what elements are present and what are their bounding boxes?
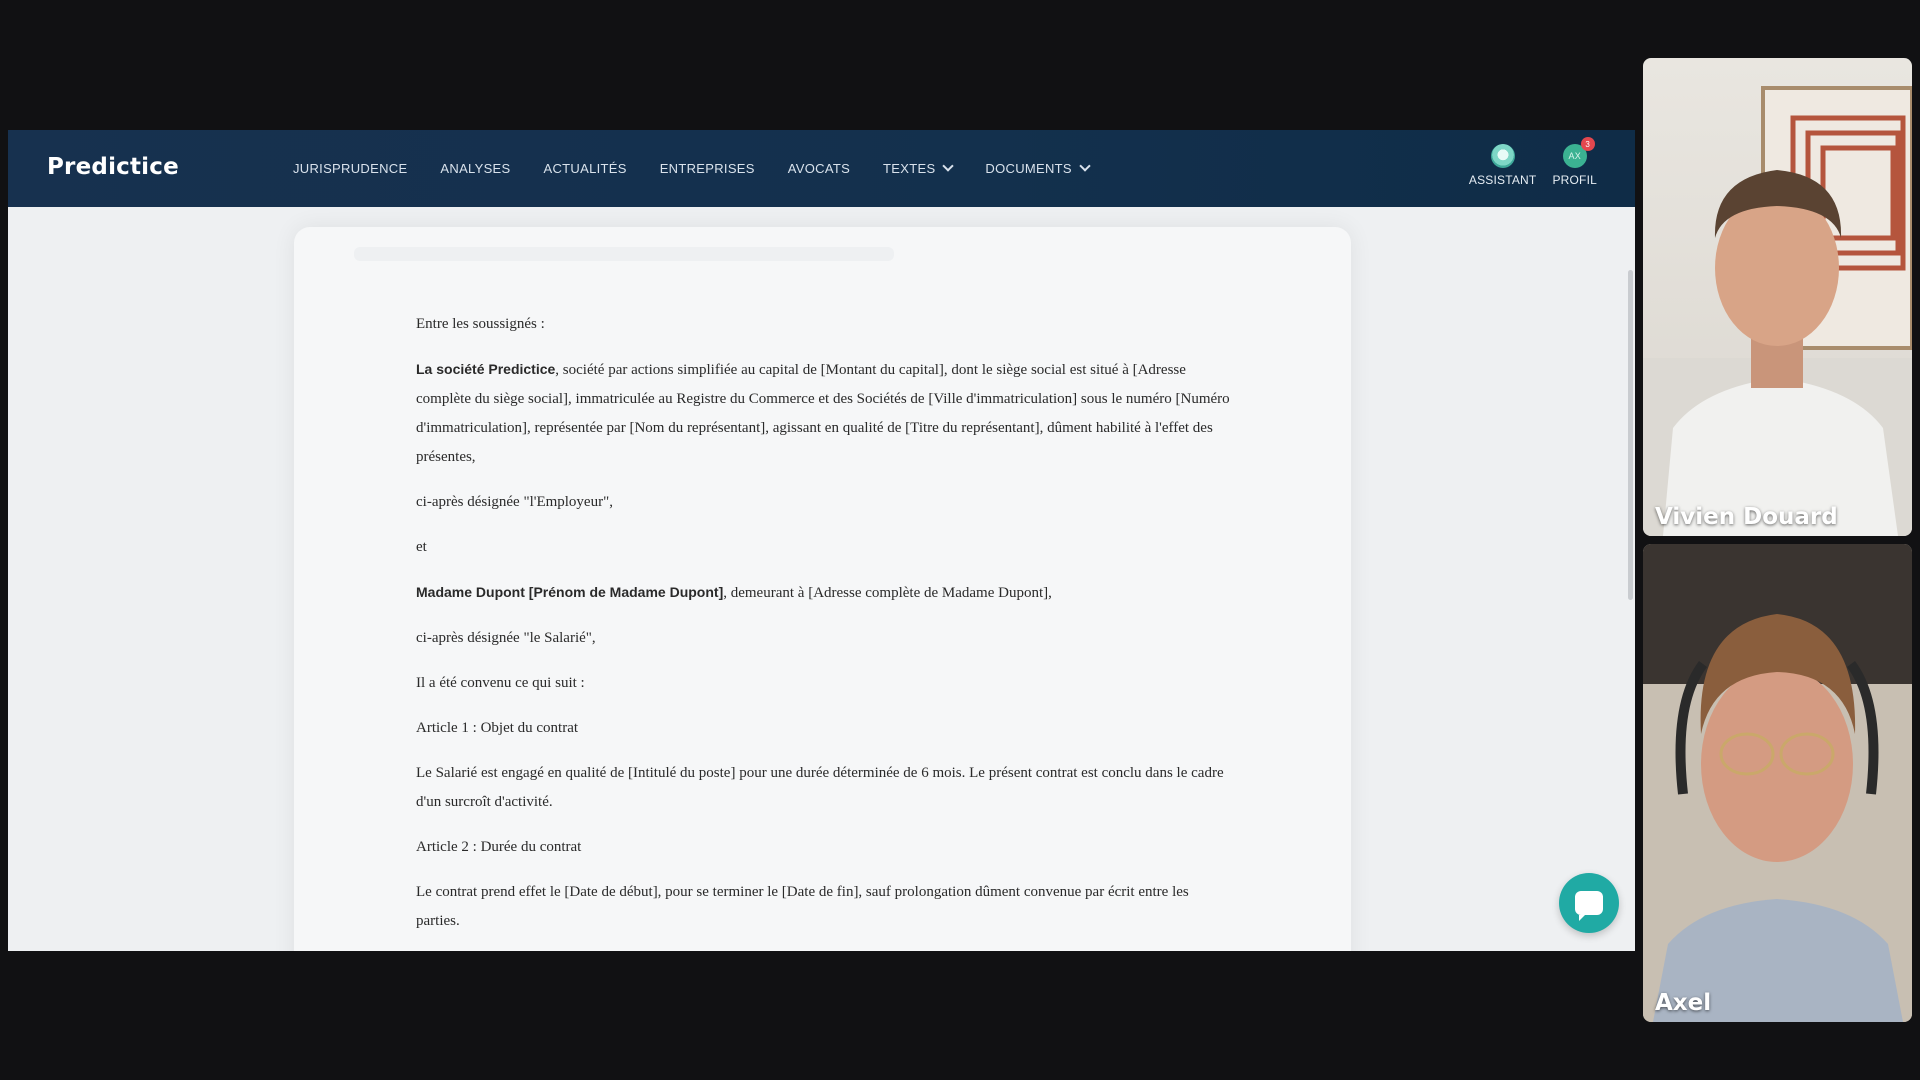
nav-jurisprudence[interactable]: JURISPRUDENCE: [293, 161, 407, 176]
nav-label: AVOCATS: [787, 161, 851, 176]
nav-analyses[interactable]: ANALYSES: [440, 161, 510, 176]
doc-paragraph: ci-après désignée "le Salarié",: [416, 630, 596, 646]
participant-video: [1643, 544, 1912, 1022]
chevron-down-icon: [942, 160, 955, 172]
notification-badge: 3: [1580, 137, 1595, 151]
doc-paragraph: Le contrat prend effet le [Date de début…: [416, 884, 1189, 929]
chevron-down-icon: [1079, 160, 1091, 172]
page-scrollbar[interactable]: [1628, 270, 1633, 600]
article-heading: Article 2 : Durée du contrat: [416, 839, 582, 855]
main-nav: JURISPRUDENCE ANALYSES ACTUALITÉS ENTREP…: [293, 130, 1122, 207]
doc-paragraph: ci-après désignée "l'Employeur",: [416, 494, 613, 510]
video-tile-participant-2[interactable]: Axel: [1643, 544, 1912, 1022]
profile-label: PROFIL: [1552, 173, 1597, 187]
nav-actions: ASSISTANT AX 3 PROFIL: [1469, 137, 1597, 187]
shared-screen: Predictice JURISPRUDENCE ANALYSES ACTUAL…: [8, 130, 1635, 951]
doc-paragraph: Le Salarié est engagé en qualité de [Int…: [416, 765, 1224, 810]
nav-label: DOCUMENTS: [985, 161, 1072, 176]
assistant-button[interactable]: ASSISTANT: [1469, 144, 1537, 187]
participant-name: Axel: [1655, 990, 1712, 1016]
app-logo[interactable]: Predictice: [47, 154, 179, 180]
doc-paragraph: La société Predictice, société par actio…: [416, 355, 1236, 472]
employer-name: La société Predictice: [416, 361, 556, 377]
avatar: AX 3: [1562, 137, 1595, 168]
employee-name: Madame Dupont [Prénom de Madame Dupont]: [416, 584, 724, 600]
doc-text: , demeurant à [Adresse complète de Madam…: [723, 585, 1052, 601]
chat-button[interactable]: [1559, 873, 1619, 933]
nav-label: TEXTES: [883, 161, 936, 176]
nav-entreprises[interactable]: ENTREPRISES: [660, 161, 755, 176]
top-navbar: Predictice JURISPRUDENCE ANALYSES ACTUAL…: [8, 130, 1635, 207]
document-body[interactable]: Entre les soussignés : La société Predic…: [416, 310, 1236, 951]
profile-button[interactable]: AX 3 PROFIL: [1552, 137, 1597, 187]
nav-documents-dropdown[interactable]: DOCUMENTS: [985, 160, 1091, 176]
nav-label: ANALYSES: [440, 161, 511, 176]
participant-name: Vivien Douard: [1655, 504, 1838, 530]
nav-label: ACTUALITÉS: [543, 161, 627, 176]
document-card: Entre les soussignés : La société Predic…: [294, 227, 1351, 951]
doc-text: , société par actions simplifiée au capi…: [416, 362, 1230, 465]
doc-paragraph: Entre les soussignés :: [416, 316, 545, 332]
nav-label: ENTREPRISES: [659, 161, 755, 176]
nav-actualites[interactable]: ACTUALITÉS: [544, 161, 627, 176]
doc-paragraph: et: [416, 539, 427, 555]
assistant-label: ASSISTANT: [1468, 173, 1537, 187]
document-toolbar-placeholder: [354, 247, 894, 261]
avatar-initials: AX: [1568, 151, 1581, 161]
video-tile-participant-1[interactable]: Vivien Douard: [1643, 58, 1912, 536]
assistant-icon: [1490, 144, 1515, 168]
nav-avocats[interactable]: AVOCATS: [788, 161, 850, 176]
participant-video: [1643, 86, 1912, 536]
chat-icon: [1575, 891, 1603, 921]
nav-label: JURISPRUDENCE: [293, 161, 408, 176]
article-heading: Article 1 : Objet du contrat: [416, 720, 579, 736]
doc-paragraph: Madame Dupont [Prénom de Madame Dupont],…: [416, 578, 1236, 608]
doc-paragraph: Il a été convenu ce qui suit :: [416, 675, 585, 691]
nav-textes-dropdown[interactable]: TEXTES: [883, 160, 955, 176]
